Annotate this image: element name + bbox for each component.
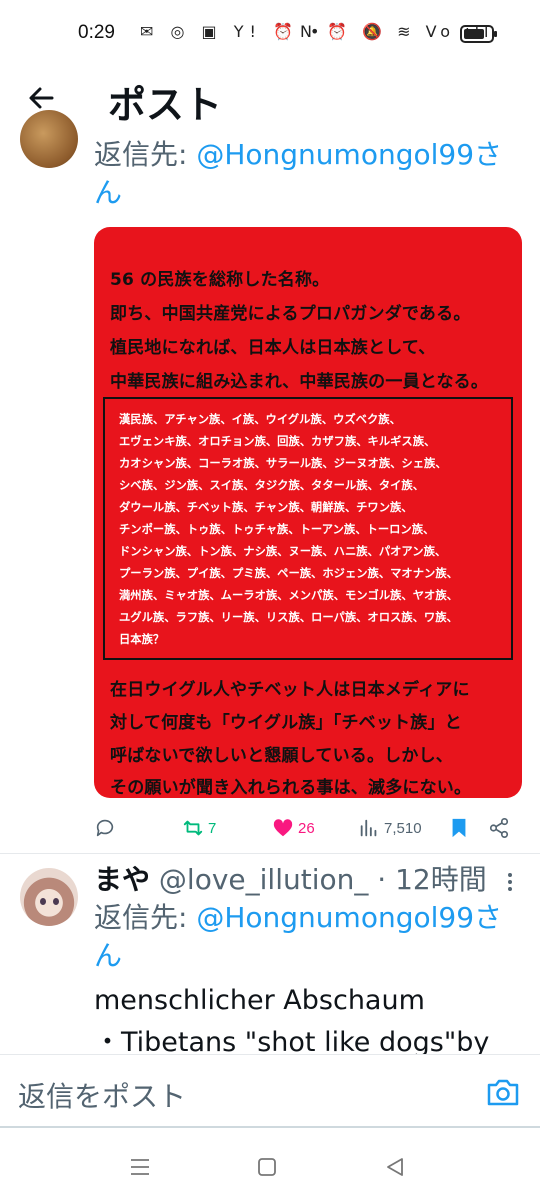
tweet-actions: 7 26 7,510 [94,812,524,844]
bookmark-button[interactable] [448,812,470,844]
reply-input[interactable]: 返信をポスト [18,1075,186,1115]
reply-compose-bar[interactable]: 返信をポスト [0,1054,540,1128]
reply-handle-link[interactable]: @Hongnumongol99 [196,138,474,171]
box-text-line: ドンシャン族、トン族、ナシ族、ヌー族、ハニ族、パオアン族、 [119,545,447,558]
bookmark-icon [452,818,466,838]
share-button[interactable] [488,812,510,844]
bar-chart-icon [360,819,377,837]
heart-icon [273,819,293,837]
comment-icon [96,819,114,837]
meta-separator: · [368,863,396,896]
tweet-image[interactable]: 56 の民族を総称した名称。 即ち、中国共産党によるプロパガンダである。 植民地… [94,227,522,798]
reply-to-line: 返信先: @Hongnumongol99さん [94,899,524,975]
tweet-time[interactable]: 12時間 [395,863,487,896]
battery-icon [460,25,497,43]
avatar-eye [53,898,59,905]
tweet-text-line: menschlicher Abschaum [94,985,425,1016]
display-name[interactable]: まや [94,863,150,896]
image-text-line: 在日ウイグル人やチベット人は日本メディアに [110,680,470,700]
reply-to-line: 返信先: @Hongnumongol99さん [94,136,524,212]
image-text-line: 即ち、中国共産党によるプロパガンダである。 [110,304,471,324]
views-button[interactable]: 7,510 [358,812,422,844]
avatar[interactable] [20,868,78,926]
box-text-line: シベ族、ジン族、スイ族、タジク族、タタール族、タイ族、 [119,479,425,492]
box-text-line: ダウール族、チベット族、チャン族、朝鮮族、チワン族、 [119,501,413,514]
box-text-line: ユグル族、ラフ族、リー族、リス族、ローパ族、オロス族、ワ族、 [119,611,458,624]
ethnic-groups-box: 漢民族、アチャン族、イ族、ウイグル族、ウズベク族、 エヴェンキ族、オロチョン族、… [103,397,513,660]
nav-menu-button[interactable] [127,1156,153,1178]
divider [0,853,540,854]
box-text-line: カオシャン族、コーラオ族、サラール族、ジーヌオ族、シェ族、 [119,457,447,470]
menu-icon [131,1159,149,1175]
retweet-count: 7 [208,819,217,837]
triangle-back-icon [387,1158,403,1176]
like-button[interactable]: 26 [272,812,315,844]
retweet-button[interactable]: 7 [182,812,216,844]
box-text-line: プーラン族、プイ族、プミ族、ペー族、ホジェン族、マオナン族、 [119,567,458,580]
image-text-line: 植民地になれば、日本人は日本族として、 [110,338,436,358]
square-icon [258,1158,276,1176]
image-text-line: その願いが聞き入れられる事は、滅多にない。 [110,778,472,798]
avatar-eye [40,898,46,905]
page-header: ポスト [0,68,540,130]
reply-button[interactable] [94,812,116,844]
views-count: 7,510 [384,819,422,837]
tweet-author-line: まや @love_illution_ · 12時間 [94,861,487,899]
box-text-line: 満州族、ミャオ族、ムーラオ族、メンパ族、モンゴル族、ヤオ族、 [119,589,458,602]
image-text-line: 56 の民族を総称した名称。 [110,270,330,290]
image-text-line: 中華民族に組み込まれ、中華民族の一員となる。 [110,372,489,392]
status-bar: 0:29 ✉ ◎ ▣ Y! ⏰ • N ⏰ 🔕 ≋ Vo ıll [0,0,540,68]
nav-back-button[interactable] [382,1156,408,1178]
system-nav-bar [0,1128,540,1200]
camera-button[interactable] [486,1077,520,1107]
reply-prefix: 返信先: [94,138,197,171]
share-icon [489,818,509,838]
notification-icons: ✉ ◎ ▣ Y! ⏰ • [140,22,326,41]
box-text-line: 日本族？ [119,633,165,646]
page-title: ポスト [108,83,223,127]
box-text-line: 漢民族、アチャン族、イ族、ウイグル族、ウズベク族、 [119,413,401,426]
reply-handle-link[interactable]: @Hongnumongol99 [196,901,474,934]
image-text-line: 対して何度も「ウイグル族」「チベット族」と [110,713,462,733]
more-options-icon[interactable] [502,870,518,894]
image-text-line: 呼ばないで欲しいと懇願している。しかし、 [110,746,453,766]
box-text-line: チンポー族、トゥ族、トゥチャ族、トーアン族、トーロン族、 [119,523,435,536]
nav-home-button[interactable] [254,1156,280,1178]
camera-icon [487,1079,519,1106]
status-time: 0:29 [78,22,115,43]
retweet-icon [183,820,203,836]
box-text-line: エヴェンキ族、オロチョン族、回族、カザフ族、キルギス族、 [119,435,436,448]
avatar[interactable] [20,110,78,168]
reply-prefix: 返信先: [94,901,197,934]
user-handle[interactable]: @love_illution_ [159,863,368,896]
like-count: 26 [298,819,315,837]
